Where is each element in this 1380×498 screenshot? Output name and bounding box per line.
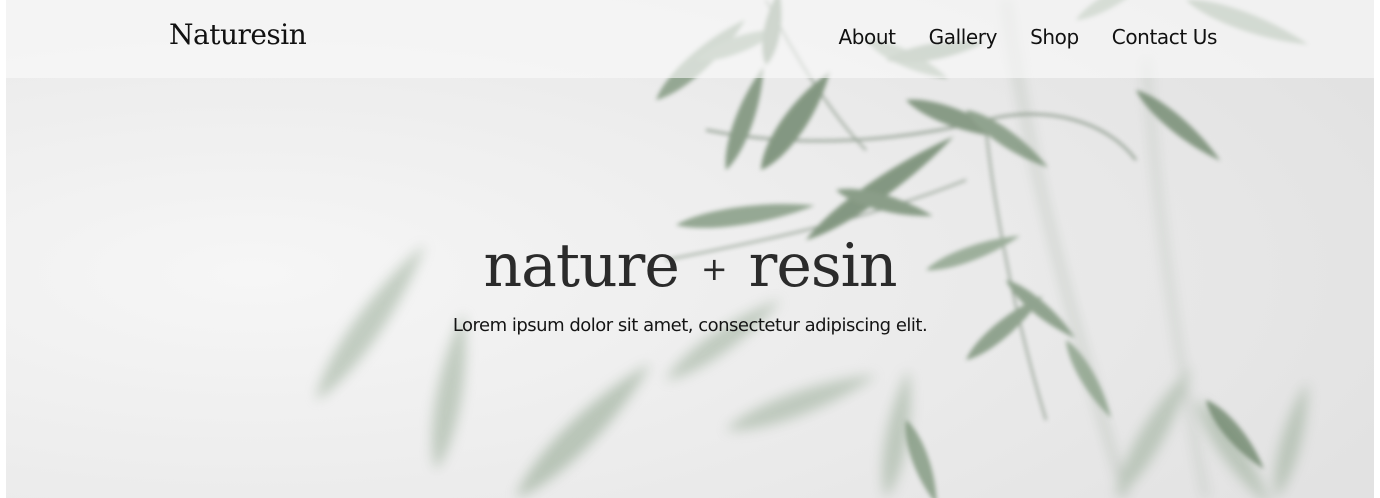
nav-link-shop[interactable]: Shop (1030, 25, 1079, 49)
nav-link-contact-us[interactable]: Contact Us (1112, 25, 1218, 49)
hero-section: nature + resin Lorem ipsum dolor sit amet,… (6, 226, 1374, 336)
nav-link-about[interactable]: About (838, 25, 896, 49)
nav-link-gallery[interactable]: Gallery (929, 25, 998, 49)
hero-title-nature: nature (483, 231, 680, 301)
hero-title: nature + resin (6, 226, 1374, 309)
hero-title-resin: resin (748, 231, 898, 301)
hero-subtitle: Lorem ipsum dolor sit amet, consectetur … (452, 315, 928, 336)
brand-logo-link[interactable]: Naturesin (169, 18, 307, 51)
landing-page: Naturesin About Gallery Shop Contact Us … (6, 0, 1374, 498)
main-nav: About Gallery Shop Contact Us (838, 25, 1217, 49)
hero-title-plus: + (700, 250, 728, 288)
top-navigation-bar: Naturesin About Gallery Shop Contact Us (6, 0, 1374, 78)
